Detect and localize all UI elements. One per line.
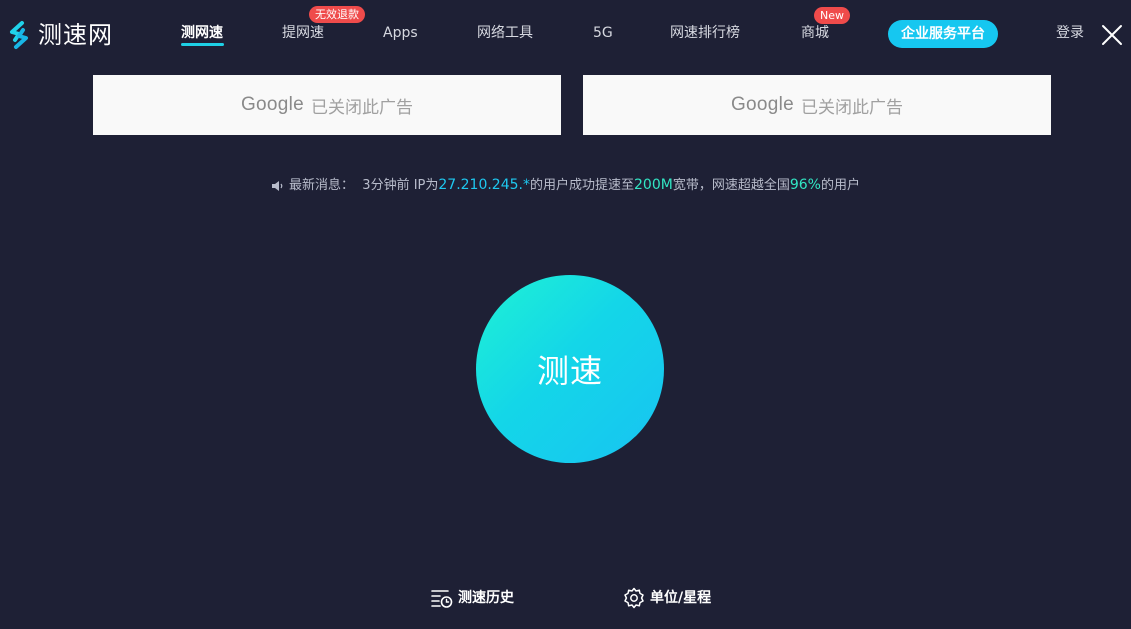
history-list-icon	[431, 590, 453, 608]
close-icon[interactable]	[1101, 24, 1123, 46]
start-button-label: 测速	[536, 353, 603, 389]
ad-slot-right: Google 已关闭此广告	[583, 75, 1051, 135]
ad-closed-text: 已关闭此广告	[801, 97, 904, 118]
news-prefix: 最新消息：	[289, 178, 355, 193]
enterprise-platform-button[interactable]: 企业服务平台	[888, 20, 998, 48]
app-window: 测速网 测网速 提网速 无效退款 Apps 网络工具 5G 网速排行榜 商城 N…	[0, 0, 1131, 629]
nav-item-apps[interactable]: Apps	[383, 23, 418, 43]
speed-history-label: 测速历史	[458, 590, 514, 606]
latest-news-ticker: 最新消息： 3分钟前 IP为27.210.245.*的用户成功提速至200M宽带…	[0, 175, 1131, 196]
new-badge: New	[814, 7, 850, 24]
ad-google-logo: Google	[240, 94, 305, 115]
brand-logo[interactable]: 测速网	[4, 20, 113, 50]
ad-closed-text: 已关闭此广告	[311, 97, 414, 118]
speed-history-link[interactable]: 测速历史	[431, 587, 514, 609]
refund-badge: 无效退款	[309, 6, 365, 23]
nav-item-boost[interactable]: 提网速	[282, 23, 324, 43]
news-time: 3分钟前 IP为	[362, 178, 439, 193]
speaker-icon	[272, 180, 283, 191]
units-settings-label: 单位/星程	[650, 590, 712, 606]
news-text-mid: 的用户成功提速至	[529, 178, 634, 193]
nav-item-5g[interactable]: 5G	[593, 23, 613, 43]
nav-item-store[interactable]: 商城	[801, 23, 829, 43]
active-nav-indicator	[181, 43, 224, 46]
nav-item-speed-test[interactable]: 测网速	[181, 23, 223, 43]
brand-name: 测速网	[38, 21, 113, 49]
login-link[interactable]: 登录	[1056, 23, 1084, 43]
ad-google-logo: Google	[730, 94, 795, 115]
nav-item-network-tools[interactable]: 网络工具	[477, 23, 533, 43]
start-speed-test-button[interactable]: 测速	[476, 275, 664, 463]
units-settings-link[interactable]: 单位/星程	[623, 587, 711, 609]
news-percent: 96%	[789, 177, 821, 193]
news-text-mid2: 宽带，网速超越全国	[672, 178, 790, 193]
ad-slot-left: Google 已关闭此广告	[93, 75, 561, 135]
news-speed: 200M	[634, 177, 673, 193]
swirl-logo-icon	[10, 21, 28, 49]
gear-icon	[624, 587, 644, 609]
top-navigation: 测速网 测网速 提网速 无效退款 Apps 网络工具 5G 网速排行榜 商城 N…	[0, 0, 1131, 70]
news-suffix: 的用户	[820, 178, 860, 193]
nav-item-ranking[interactable]: 网速排行榜	[670, 23, 740, 43]
news-ip: 27.210.245.*	[438, 177, 530, 193]
